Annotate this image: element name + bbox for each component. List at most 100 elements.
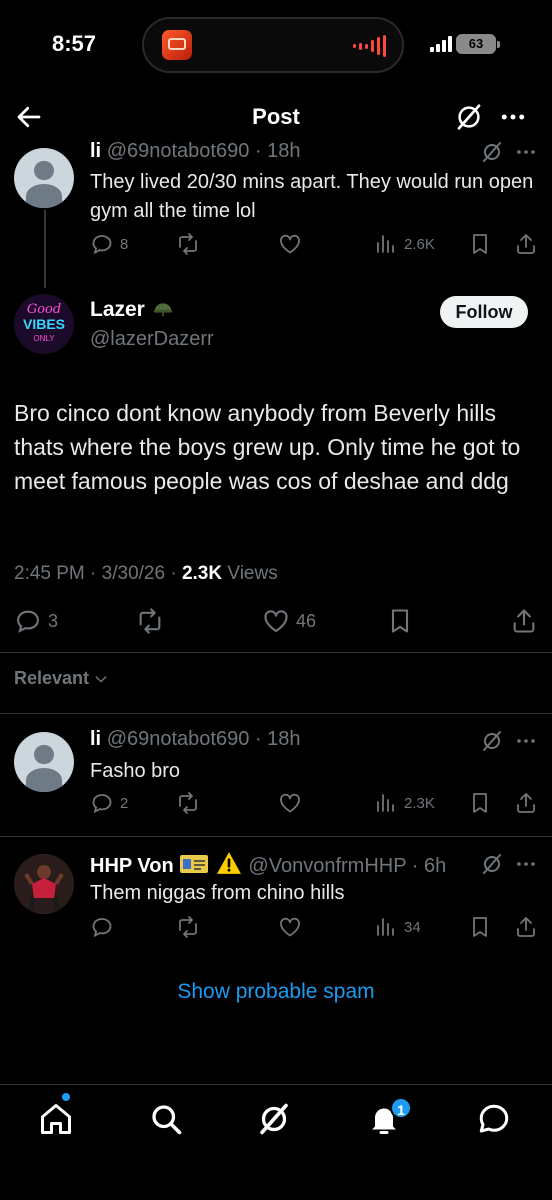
person-photo-icon — [14, 854, 74, 914]
display-name[interactable]: HHP Von — [90, 855, 174, 877]
more-options-icon[interactable] — [514, 140, 538, 164]
audio-waveform-icon — [353, 35, 386, 57]
tweet-text: Them niggas from chino hills — [90, 882, 345, 904]
post-date[interactable]: 3/30/26 — [102, 563, 165, 584]
grok-icon — [260, 1103, 288, 1135]
display-name[interactable]: li — [90, 140, 101, 162]
warning-emoji-icon — [216, 852, 241, 874]
tweet-header: li @69notabot690 · 18h — [90, 140, 301, 163]
repost-icon — [179, 792, 197, 814]
bookmark-button[interactable] — [386, 607, 414, 635]
reply-icon — [17, 610, 39, 633]
home-new-dot — [62, 1093, 70, 1101]
username[interactable]: @VonvonfrmHHP — [248, 855, 406, 877]
bookmark-button[interactable] — [468, 915, 492, 939]
grok-icon[interactable] — [454, 102, 484, 132]
post-actions: 3 46 — [0, 607, 552, 637]
tweet-text: They lived 20/30 mins apart. They would … — [90, 171, 534, 222]
notification-badge: 1 — [390, 1097, 412, 1119]
repost-icon — [179, 916, 197, 938]
timestamp: · 18h — [254, 140, 301, 162]
tweet-actions: 8 2.6K — [0, 232, 552, 262]
reply-button[interactable] — [90, 915, 120, 939]
share-icon — [517, 234, 535, 254]
good-vibes-logo: Good VIBES ONLY — [23, 302, 65, 343]
like-button[interactable] — [278, 232, 302, 256]
post-time[interactable]: 2:45 PM — [14, 563, 85, 584]
more-options-icon[interactable] — [514, 729, 538, 753]
views-button[interactable]: 34 — [374, 915, 421, 939]
views-label: Views — [227, 563, 278, 584]
reply-count: 2 — [120, 794, 129, 812]
share-button[interactable] — [510, 607, 538, 635]
bookmark-icon — [473, 917, 487, 937]
share-icon — [517, 917, 535, 937]
like-button[interactable] — [278, 915, 302, 939]
tab-search[interactable] — [148, 1101, 184, 1137]
analytics-icon — [377, 235, 394, 253]
reply-button[interactable]: 2 — [90, 791, 128, 815]
views-button[interactable]: 2.6K — [374, 232, 435, 256]
grok-icon[interactable] — [480, 140, 504, 164]
chevron-down-icon — [95, 675, 107, 682]
repost-button[interactable] — [176, 915, 200, 939]
share-icon — [513, 609, 535, 633]
grok-icon[interactable] — [480, 729, 504, 753]
bookmark-icon — [473, 234, 487, 254]
dynamic-island[interactable] — [142, 17, 404, 73]
more-options-icon[interactable] — [498, 102, 528, 132]
reply-sort-label: Relevant — [14, 668, 90, 688]
heart-icon — [280, 793, 300, 813]
reply-icon — [92, 794, 112, 814]
post-text: Bro cinco dont know anybody from Beverly… — [14, 400, 521, 494]
show-probable-spam-link[interactable]: Show probable spam — [0, 980, 552, 1004]
like-button[interactable]: 46 — [262, 607, 316, 635]
more-options-icon[interactable] — [514, 852, 538, 876]
repost-button[interactable] — [176, 232, 200, 256]
avatar[interactable] — [14, 854, 74, 914]
username[interactable]: @69notabot690 — [107, 140, 250, 162]
tab-messages[interactable] — [476, 1101, 512, 1137]
like-count: 46 — [296, 610, 317, 631]
divider — [0, 713, 552, 714]
heart-icon — [280, 917, 300, 937]
views-button[interactable]: 2.3K — [374, 791, 435, 815]
bottom-tab-bar: 1 — [0, 1084, 552, 1200]
avatar-text-mid: VIBES — [23, 316, 65, 332]
timestamp: · 18h — [254, 728, 301, 750]
username[interactable]: @69notabot690 — [107, 728, 250, 750]
reply-button[interactable]: 3 — [14, 607, 58, 635]
grok-icon[interactable] — [480, 852, 504, 876]
repost-button[interactable] — [136, 607, 164, 635]
tab-home[interactable] — [38, 1101, 74, 1137]
avatar-text-bottom: ONLY — [33, 334, 55, 343]
tweet-actions: 2 2.3K — [0, 791, 552, 821]
bookmark-button[interactable] — [468, 232, 492, 256]
share-button[interactable] — [514, 915, 538, 939]
avatar[interactable] — [14, 148, 74, 208]
reply-button[interactable]: 8 — [90, 232, 128, 256]
follow-button[interactable]: Follow — [440, 296, 528, 328]
tab-grok[interactable] — [256, 1101, 292, 1137]
reply-sort-dropdown[interactable]: Relevant — [14, 668, 109, 689]
clock: 8:57 — [52, 31, 97, 56]
avatar[interactable]: Good VIBES ONLY — [14, 294, 74, 354]
repost-button[interactable] — [176, 791, 200, 815]
search-icon — [152, 1105, 182, 1135]
share-button[interactable] — [514, 232, 538, 256]
display-name[interactable]: li — [90, 728, 101, 750]
avatar[interactable] — [14, 732, 74, 792]
view-count: 2.6K — [404, 235, 435, 253]
reply-icon — [92, 235, 112, 255]
view-count: 2.3K — [404, 794, 435, 812]
cellular-signal-icon — [430, 36, 452, 52]
like-button[interactable] — [278, 791, 302, 815]
display-name[interactable]: Lazer — [90, 297, 175, 322]
bookmark-button[interactable] — [468, 791, 492, 815]
bookmark-icon — [473, 793, 487, 813]
share-button[interactable] — [514, 791, 538, 815]
heart-icon — [280, 234, 300, 254]
username[interactable]: @lazerDazerr — [90, 328, 214, 351]
repost-icon — [179, 233, 197, 255]
repost-icon — [139, 608, 161, 634]
